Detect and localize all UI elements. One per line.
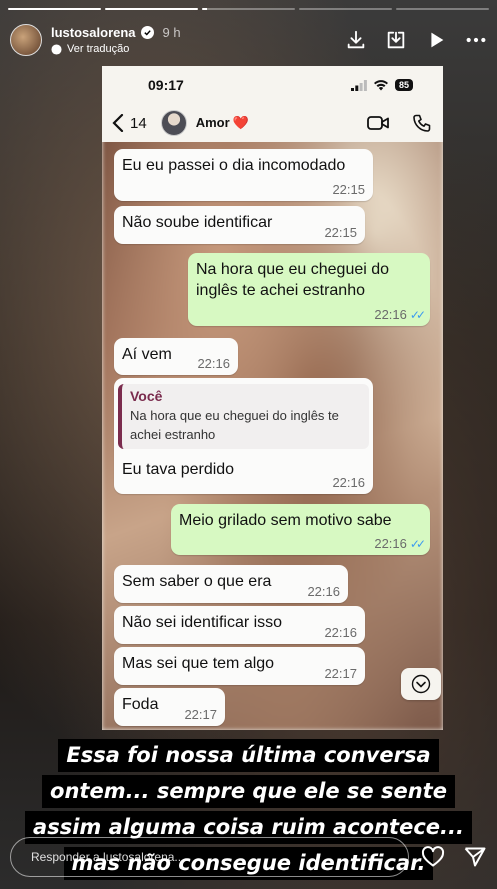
tray-download-icon (387, 31, 405, 49)
post-time: 9 h (162, 25, 181, 40)
progress-segment (202, 8, 295, 10)
chat-actions (367, 114, 433, 132)
verified-badge-icon (140, 26, 154, 39)
user-info: lustosalorena 9 h Ver tradução (51, 25, 181, 55)
phone-clock: 09:17 (148, 77, 184, 93)
back-button[interactable]: 14 (112, 114, 147, 132)
chat-screenshot: 09:17 85 14 Amor ❤️ Eu eu passei o dia in… (102, 66, 443, 730)
more-icon (466, 37, 486, 43)
download-icon (347, 30, 365, 49)
message-incoming[interactable]: Aí vem 22:16 (114, 338, 238, 375)
message-time: 22:16 (332, 475, 365, 490)
message-incoming[interactable]: Mas sei que tem algo 22:17 (114, 647, 365, 685)
message-time: 22:16 ✓✓ (374, 536, 426, 551)
progress-segment (396, 8, 489, 10)
read-receipt-icon: ✓✓ (409, 536, 426, 551)
story-progress (8, 8, 489, 10)
wifi-icon (373, 80, 388, 91)
message-time: 22:15 (332, 182, 365, 197)
send-button[interactable] (463, 845, 487, 869)
reply-bar (10, 837, 487, 877)
progress-segment (105, 8, 198, 10)
play-icon (431, 32, 444, 48)
video-call-icon[interactable] (367, 114, 389, 132)
message-outgoing[interactable]: Na hora que eu cheguei do inglês te ache… (188, 253, 430, 326)
status-icons: 85 (350, 79, 413, 91)
quote-text: Na hora que eu cheguei do inglês te ache… (130, 408, 339, 442)
message-incoming[interactable]: Eu eu passei o dia incomodado 22:15 (114, 149, 373, 201)
caption-line: ontem... sempre que ele se sente (42, 775, 455, 808)
contact-avatar[interactable] (160, 110, 187, 136)
message-incoming[interactable]: Foda 22:17 (114, 688, 225, 726)
more-options-button[interactable] (465, 29, 487, 51)
download-button[interactable] (345, 29, 367, 51)
phone-status-bar: 09:17 85 (102, 66, 443, 104)
translate-link[interactable]: Ver tradução (51, 43, 181, 55)
scroll-to-bottom-button[interactable] (401, 668, 441, 700)
message-time: 22:16 ✓✓ (374, 307, 426, 322)
reply-actions (421, 845, 487, 869)
chat-header: 14 Amor ❤️ (102, 104, 443, 142)
quote-author: Você (130, 388, 163, 404)
heart-emoji: ❤️ (232, 115, 249, 130)
signal-icon (350, 79, 367, 91)
header-actions (345, 29, 487, 51)
battery-level: 85 (394, 79, 413, 91)
username[interactable]: lustosalorena (51, 25, 136, 40)
like-button[interactable] (421, 845, 445, 869)
message-time: 22:15 (324, 225, 357, 240)
message-incoming[interactable]: Sem saber o que era 22:16 (114, 565, 348, 603)
message-time: 22:16 (324, 625, 357, 640)
globe-icon (51, 43, 62, 55)
message-time: 22:17 (184, 707, 217, 722)
message-incoming[interactable]: Não sei identificar isso 22:16 (114, 606, 365, 644)
contact-name[interactable]: Amor ❤️ (196, 115, 249, 131)
message-time: 22:16 (197, 356, 230, 371)
progress-segment (299, 8, 392, 10)
avatar[interactable] (10, 24, 42, 56)
progress-segment (8, 8, 101, 10)
save-to-tray-button[interactable] (385, 29, 407, 51)
read-receipt-icon: ✓✓ (409, 307, 426, 322)
message-incoming-reply[interactable]: Você Na hora que eu cheguei do inglês te… (114, 378, 373, 494)
story-header: lustosalorena 9 h Ver tradução (10, 18, 487, 62)
chevron-down-circle-icon (411, 674, 431, 694)
reply-input[interactable] (10, 837, 409, 877)
translate-label: Ver tradução (67, 43, 130, 55)
quoted-message[interactable]: Você Na hora que eu cheguei do inglês te… (118, 384, 369, 449)
play-button[interactable] (425, 29, 447, 51)
caption-line: Essa foi nossa última conversa (58, 739, 439, 772)
message-time: 22:17 (324, 666, 357, 681)
message-time: 22:16 (307, 584, 340, 599)
phone-call-icon[interactable] (411, 114, 433, 132)
message-incoming[interactable]: Não soube identificar 22:15 (114, 206, 365, 244)
chevron-left-icon (112, 114, 124, 132)
unread-count: 14 (130, 114, 147, 132)
message-outgoing[interactable]: Meio grilado sem motivo sabe 22:16 ✓✓ (171, 504, 430, 555)
